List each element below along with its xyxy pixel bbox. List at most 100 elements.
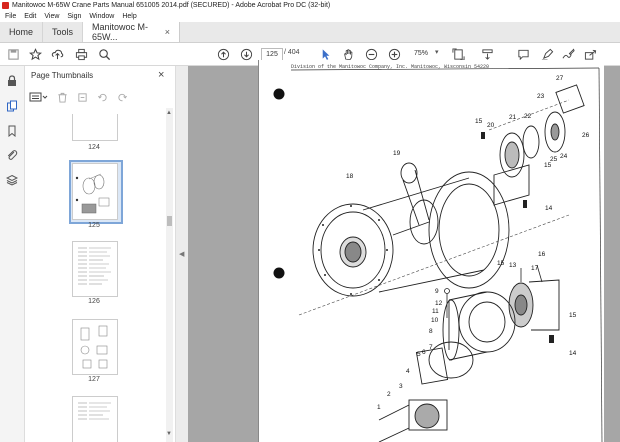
callout-number: 15 <box>569 312 577 319</box>
tab-bar: Home Tools Manitowoc M-65W... × <box>0 22 620 43</box>
thumbnail-label: 125 <box>88 222 100 229</box>
page-up-icon[interactable] <box>216 47 230 61</box>
menu-view[interactable]: View <box>44 13 59 20</box>
zoom-out-icon[interactable] <box>364 47 378 61</box>
binder-hole <box>273 267 285 279</box>
zoom-in-icon[interactable] <box>387 47 401 61</box>
callout-number: 26 <box>582 132 590 139</box>
callout-number: 13 <box>509 262 517 269</box>
callout-number: 9 <box>435 288 439 295</box>
delete-page-icon[interactable] <box>55 91 69 103</box>
bookmark-icon[interactable] <box>5 124 19 138</box>
collapse-panel-icon[interactable]: ◀ <box>179 250 184 258</box>
save-icon[interactable] <box>6 47 20 61</box>
panel-close-button[interactable]: × <box>158 69 164 81</box>
thumbnail-page[interactable] <box>72 396 118 442</box>
zoom-level[interactable]: 75% <box>408 48 434 59</box>
lock-icon[interactable] <box>5 74 19 88</box>
callout-number: 5 <box>417 351 421 358</box>
callout-number: 3 <box>399 383 403 390</box>
tab-close-button[interactable]: × <box>165 27 170 37</box>
callout-number: 16 <box>538 251 546 258</box>
callout-number: 14 <box>569 350 577 357</box>
callout-number: 24 <box>560 153 568 160</box>
page-thumbnails-panel: Page Thumbnails × 124 125 126 127 ▲ ▼ <box>25 66 175 442</box>
attachment-icon[interactable] <box>5 148 19 162</box>
scrollbar-thumb[interactable] <box>167 216 172 226</box>
menu-bar: File Edit View Sign Window Help <box>0 11 620 22</box>
callout-number: 22 <box>524 113 532 120</box>
callout-number: 12 <box>435 300 443 307</box>
callout-number: 15 <box>544 162 552 169</box>
callout-number: 15 <box>497 260 505 267</box>
page-down-icon[interactable] <box>239 47 253 61</box>
callout-number: 23 <box>537 93 545 100</box>
thumbnail-options-icon[interactable] <box>29 91 49 103</box>
left-rail <box>0 66 25 442</box>
thumbnail-page[interactable] <box>72 241 118 297</box>
zoom-dropdown-caret[interactable]: ▾ <box>435 48 439 56</box>
acrobat-app-icon <box>2 2 9 9</box>
exploded-parts-diagram: 27 23 15 20 21 22 26 25 24 15 19 18 14 1… <box>273 67 603 442</box>
comment-icon[interactable] <box>516 47 530 61</box>
tab-home[interactable]: Home <box>0 22 44 42</box>
print-icon[interactable] <box>74 47 88 61</box>
binder-hole <box>273 88 285 100</box>
sign-icon[interactable] <box>561 47 575 61</box>
thumbnail-list: 124 125 126 127 <box>25 108 165 442</box>
callout-number: 21 <box>509 114 517 121</box>
thumbnail-page[interactable] <box>72 319 118 375</box>
drum-assembly <box>312 171 510 297</box>
thumbnail-label: 126 <box>88 298 100 305</box>
bookmark-star-icon[interactable] <box>28 47 42 61</box>
callout-number: 14 <box>545 205 553 212</box>
select-cursor-icon[interactable] <box>318 47 332 61</box>
panel-toolbar <box>29 90 171 104</box>
share-icon[interactable] <box>583 47 597 61</box>
tab-document-label: Manitowoc M-65W... <box>92 22 149 42</box>
thumbnail-page[interactable] <box>72 114 118 141</box>
callout-number: 27 <box>556 75 564 82</box>
menu-sign[interactable]: Sign <box>67 13 81 20</box>
replace-page-icon[interactable] <box>75 91 89 103</box>
hand-icon[interactable] <box>341 47 355 61</box>
menu-file[interactable]: File <box>5 13 16 20</box>
callout-number: 10 <box>431 317 439 324</box>
fit-page-icon[interactable] <box>451 47 465 61</box>
panel-splitter[interactable]: ◀ <box>175 66 188 442</box>
rotate-right-icon[interactable] <box>115 91 129 103</box>
upload-icon[interactable] <box>50 47 64 61</box>
layers-icon[interactable] <box>5 173 19 187</box>
tab-tools[interactable]: Tools <box>43 22 84 42</box>
motor-assembly <box>378 279 560 442</box>
pages-icon[interactable] <box>5 99 19 113</box>
menu-help[interactable]: Help <box>122 13 136 20</box>
callout-number: 7 <box>429 344 433 351</box>
callout-number: 4 <box>406 368 410 375</box>
callout-number: 2 <box>387 391 391 398</box>
callout-number: 18 <box>346 173 354 180</box>
pdf-page: Division of the Manitowoc Company, Inc. … <box>258 60 604 442</box>
search-zoom-icon[interactable] <box>97 47 111 61</box>
menu-window[interactable]: Window <box>89 13 114 20</box>
window-title: Manitowoc M-65W Crane Parts Manual 65100… <box>12 2 331 9</box>
scroll-up-arrow[interactable]: ▲ <box>166 110 172 116</box>
thumbnail-label: 124 <box>88 144 100 151</box>
callout-number: 20 <box>487 122 495 129</box>
callout-number: 1 <box>377 404 381 411</box>
thumbnail-scrollbar[interactable]: ▲ ▼ <box>166 108 173 442</box>
callout-number: 17 <box>531 265 539 272</box>
scroll-down-arrow[interactable]: ▼ <box>166 431 172 437</box>
menu-edit[interactable]: Edit <box>24 13 36 20</box>
scroll-mode-icon[interactable] <box>480 47 494 61</box>
thumbnail-page-selected[interactable] <box>72 163 118 220</box>
panel-title: Page Thumbnails <box>31 71 94 80</box>
highlight-icon[interactable] <box>540 47 554 61</box>
page-count: / 404 <box>284 49 300 56</box>
callout-number: 11 <box>432 308 439 315</box>
callout-number: 8 <box>429 328 433 335</box>
tab-document[interactable]: Manitowoc M-65W... × <box>83 22 181 42</box>
rotate-left-icon[interactable] <box>95 91 109 103</box>
callout-number: 6 <box>422 349 426 356</box>
callout-number: 15 <box>475 118 483 125</box>
